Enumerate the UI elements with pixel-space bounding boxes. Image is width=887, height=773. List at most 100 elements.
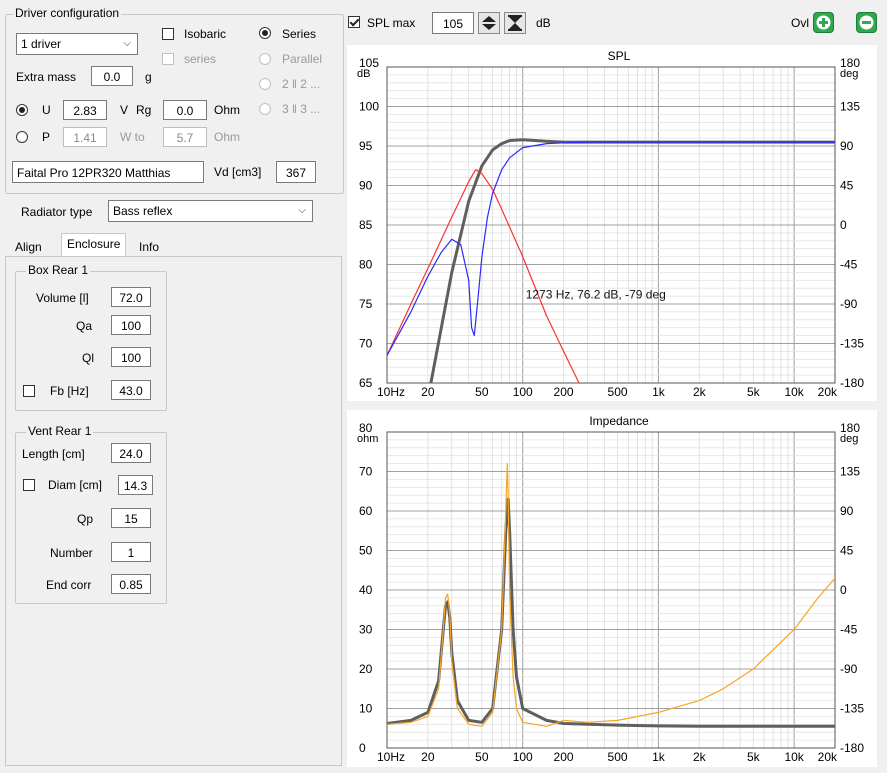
extra-mass-unit: g	[145, 70, 152, 84]
vd-label: Vd [cm3]	[214, 165, 262, 179]
y-right-tick-label: 0	[840, 583, 847, 597]
u-unit: V	[120, 103, 129, 117]
spl-chart-svg: SPL10510095908580757065dB18013590450-45-…	[357, 49, 864, 399]
x-tick-label: 500	[608, 385, 628, 399]
hourglass-icon[interactable]	[504, 12, 526, 34]
parallel-radio[interactable]	[259, 53, 271, 65]
isobaric-checkbox[interactable]	[162, 28, 174, 40]
two-two-radio[interactable]	[259, 78, 271, 90]
end-corr-label: End corr	[46, 578, 92, 592]
y-tick-label: 70	[359, 337, 373, 351]
series-line	[429, 138, 835, 383]
plus-icon[interactable]	[813, 12, 834, 33]
length-field[interactable]: 24.0	[111, 443, 151, 463]
extra-mass-field[interactable]: 0.0	[91, 66, 133, 86]
u-label: U	[42, 103, 51, 117]
series-sub-checkbox[interactable]	[162, 53, 174, 65]
x-tick-label: 200	[554, 750, 574, 764]
fb-label: Fb [Hz]	[50, 384, 89, 398]
y-tick-label: 40	[359, 583, 373, 597]
y-tick-label: 85	[359, 218, 373, 232]
y-right-tick-label: 45	[840, 544, 854, 558]
minus-icon[interactable]	[856, 12, 877, 33]
chart-title: Impedance	[589, 414, 649, 428]
series-radio[interactable]	[259, 27, 271, 39]
chevron-down-icon: ⌵	[298, 205, 306, 216]
x-tick-label: 50	[475, 385, 489, 399]
diam-checkbox[interactable]	[23, 479, 35, 491]
qp-field[interactable]: 15	[111, 508, 151, 528]
volume-label: Volume [l]	[36, 291, 89, 305]
volume-field[interactable]: 72.0	[111, 287, 151, 307]
u-radio[interactable]	[16, 104, 28, 116]
x-tick-label: 5k	[747, 385, 761, 399]
y-tick-label: 60	[359, 504, 373, 518]
w-to-label: W to	[120, 130, 145, 144]
y-right-axis-label: deg	[840, 68, 858, 80]
spl-max-field[interactable]: 105	[432, 12, 474, 34]
x-tick-label: 1k	[652, 750, 666, 764]
y-tick-label: 95	[359, 139, 373, 153]
p-field[interactable]: 1.41	[63, 127, 107, 147]
qa-field[interactable]: 100	[111, 315, 151, 335]
x-tick-label: 50	[475, 750, 489, 764]
spl-max-checkbox[interactable]	[348, 16, 360, 28]
number-label: Number	[50, 546, 93, 560]
w-to-field[interactable]: 5.7	[163, 127, 207, 147]
fb-checkbox[interactable]	[23, 385, 35, 397]
spin-updown-icon[interactable]	[478, 12, 500, 34]
y-axis-label: ohm	[357, 433, 378, 445]
rg-field[interactable]: 0.0	[163, 100, 207, 120]
tab-info[interactable]: Info	[135, 237, 163, 257]
radiator-type-select[interactable]: Bass reflex ⌵	[108, 200, 313, 222]
u-field[interactable]: 2.83	[63, 100, 107, 120]
radiator-type-label: Radiator type	[21, 205, 93, 219]
end-corr-field[interactable]: 0.85	[111, 574, 151, 594]
spl-chart[interactable]: SPL 105 100 95 90 85 80 75 70 65 dB 180 135 90 45 0 -45-…	[347, 45, 877, 401]
x-tick-label: 20k	[818, 385, 838, 399]
diam-field[interactable]: 14.3	[118, 475, 153, 495]
x-tick-label: 500	[608, 750, 628, 764]
ovl-label: Ovl	[791, 16, 809, 30]
y-right-tick-label: 45	[840, 179, 854, 193]
y-right-tick-label: -45	[840, 258, 858, 272]
x-tick-label: 10Hz	[377, 750, 405, 764]
three-three-radio[interactable]	[259, 103, 271, 115]
y-tick-label: 70	[359, 465, 373, 479]
impedance-chart-svg: Impedance80706050403020100ohm18013590450…	[357, 414, 864, 764]
driver-count-select[interactable]: 1 driver ⌵	[16, 33, 138, 55]
x-tick-label: 2k	[693, 750, 707, 764]
diam-label: Diam [cm]	[48, 478, 102, 492]
rg-unit: Ohm	[214, 103, 241, 117]
y-right-axis-label: deg	[840, 433, 858, 445]
x-tick-label: 20	[421, 750, 435, 764]
rg-label: Rg	[136, 103, 152, 117]
three-three-label: 3 ‖ 3 ...	[282, 102, 321, 116]
ql-field[interactable]: 100	[111, 347, 151, 367]
chart-title: SPL	[608, 49, 631, 63]
x-tick-label: 10k	[784, 750, 804, 764]
y-tick-label: 80	[359, 258, 373, 272]
number-field[interactable]: 1	[111, 542, 151, 562]
parallel-label: Parallel	[282, 52, 323, 66]
fb-field[interactable]: 43.0	[111, 380, 151, 400]
y-right-tick-label: 135	[840, 465, 860, 479]
y-right-tick-label: -180	[840, 741, 864, 755]
p-radio[interactable]	[16, 131, 28, 143]
impedance-chart[interactable]: Impedance 80 70 60 50 40 30 20 10 0 ohm 180 135 90 45 0…	[347, 410, 877, 767]
y-tick-label: 90	[359, 179, 373, 193]
y-right-tick-label: 0	[840, 218, 847, 232]
db-label: dB	[536, 16, 551, 30]
y-right-tick-label: -135	[840, 702, 864, 716]
x-tick-label: 10Hz	[377, 385, 405, 399]
y-right-tick-label: -90	[840, 297, 858, 311]
x-tick-label: 100	[513, 750, 533, 764]
x-tick-label: 10k	[784, 385, 804, 399]
driver-name-field[interactable]: Faital Pro 12PR320 Matthias	[12, 161, 204, 183]
vd-field[interactable]: 367	[276, 161, 316, 183]
box-rear-legend: Box Rear 1	[26, 263, 91, 277]
tab-enclosure[interactable]: Enclosure	[61, 233, 127, 256]
x-tick-label: 2k	[693, 385, 707, 399]
tab-align[interactable]: Align	[11, 237, 46, 257]
y-right-tick-label: -180	[840, 376, 864, 390]
